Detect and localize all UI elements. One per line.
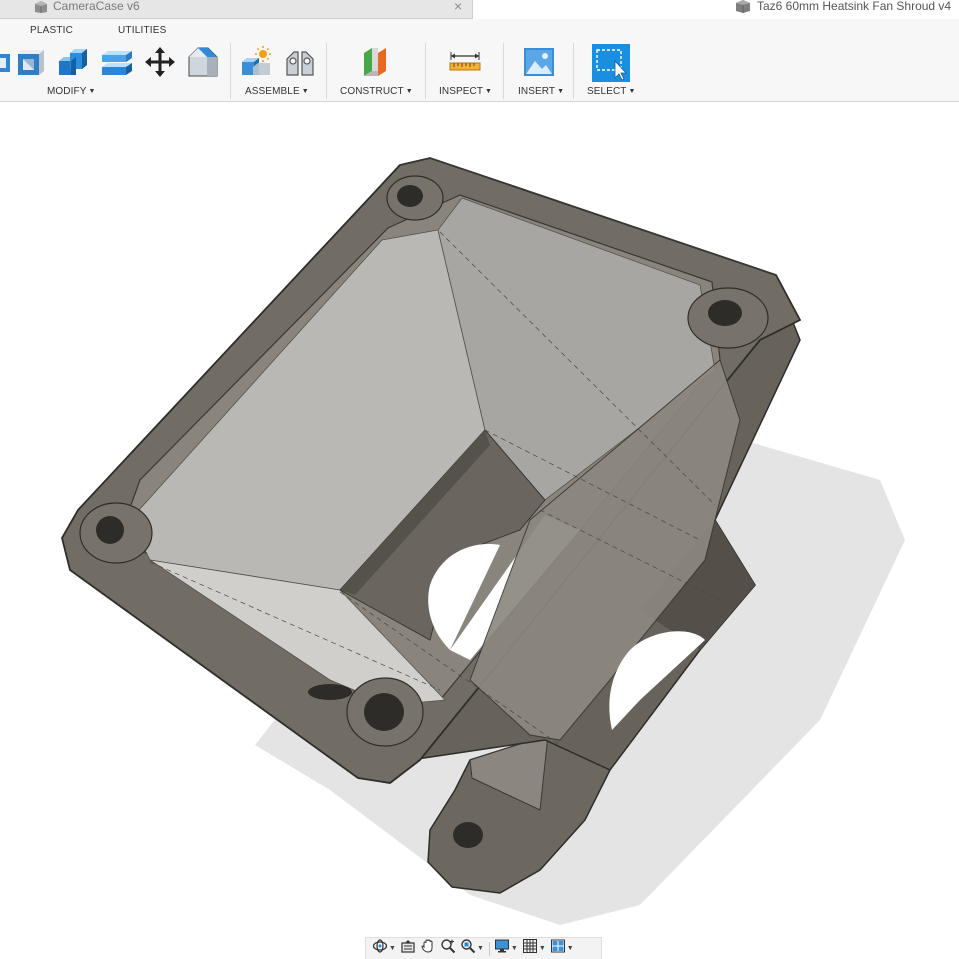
pan-button[interactable] bbox=[420, 938, 436, 959]
viewports-button[interactable]: ▼ bbox=[550, 938, 574, 959]
select-menu[interactable]: SELECT ▼ bbox=[587, 86, 636, 97]
offset-face-button[interactable] bbox=[100, 45, 134, 79]
insert-image-button[interactable] bbox=[522, 45, 556, 79]
mounting-hole bbox=[453, 822, 483, 848]
screw-hole bbox=[364, 693, 404, 731]
document-tab-bar: CameraCase v6 × Taz6 60mm Heatsink Fan S… bbox=[0, 0, 959, 19]
cube-icon bbox=[34, 0, 48, 18]
select-label: SELECT bbox=[587, 86, 627, 97]
caret-down-icon: ▼ bbox=[405, 88, 413, 95]
modify-menu[interactable]: MODIFY ▼ bbox=[47, 86, 96, 97]
joint-icon bbox=[283, 45, 317, 79]
cube-icon bbox=[735, 0, 751, 18]
caret-down-icon: ▼ bbox=[88, 88, 96, 95]
combine-icon bbox=[56, 45, 90, 79]
tab-plastic[interactable]: PLASTIC bbox=[30, 25, 73, 36]
look-at-button[interactable] bbox=[400, 940, 416, 958]
grid-icon bbox=[522, 938, 538, 959]
caret-down-icon: ▼ bbox=[301, 88, 309, 95]
caret-down-icon: ▼ bbox=[628, 88, 636, 95]
display-settings-button[interactable]: ▼ bbox=[494, 938, 518, 959]
model-render bbox=[61, 157, 905, 925]
tab-utilities[interactable]: UTILITIES bbox=[118, 25, 166, 36]
orbit-icon bbox=[372, 938, 388, 959]
select-button[interactable] bbox=[592, 44, 630, 82]
toolbar-ribbon: PLASTIC UTILITIES MODIFY ▼ ASSEMBLE ▼ CO… bbox=[0, 19, 959, 102]
construct-label: CONSTRUCT bbox=[340, 86, 404, 97]
ribbon-divider bbox=[503, 43, 504, 99]
shell-button[interactable] bbox=[14, 45, 48, 79]
caret-down-icon: ▼ bbox=[557, 88, 565, 95]
zoom-button[interactable] bbox=[440, 938, 456, 959]
screw-hole bbox=[308, 684, 352, 700]
measure-icon bbox=[448, 45, 482, 79]
zoom-window-icon bbox=[460, 938, 476, 959]
navbar-divider bbox=[488, 941, 490, 956]
joint-button[interactable] bbox=[283, 45, 317, 79]
insert-label: INSERT bbox=[518, 86, 556, 97]
move-icon bbox=[143, 45, 177, 79]
offset-plane-icon bbox=[358, 45, 392, 79]
display-settings-icon bbox=[494, 938, 510, 959]
canvas-viewport[interactable] bbox=[0, 102, 959, 959]
caret-down-icon: ▼ bbox=[510, 945, 518, 952]
select-icon bbox=[592, 44, 630, 82]
screw-hole bbox=[397, 185, 423, 207]
caret-down-icon: ▼ bbox=[538, 945, 546, 952]
assemble-menu[interactable]: ASSEMBLE ▼ bbox=[245, 86, 309, 97]
zoom-icon bbox=[440, 938, 456, 959]
document-tab-cameracase[interactable]: CameraCase v6 × bbox=[0, 0, 473, 19]
ribbon-divider bbox=[425, 43, 426, 99]
caret-down-icon: ▼ bbox=[389, 945, 396, 952]
viewports-icon bbox=[550, 938, 566, 959]
caret-down-icon: ▼ bbox=[485, 88, 493, 95]
pan-icon bbox=[420, 938, 436, 959]
new-component-button[interactable] bbox=[239, 45, 273, 79]
chamfer-button[interactable] bbox=[186, 45, 220, 79]
chamfer-icon bbox=[186, 45, 220, 79]
look-at-icon bbox=[400, 938, 416, 959]
ribbon-divider bbox=[326, 43, 327, 99]
modify-label: MODIFY bbox=[47, 86, 87, 97]
ribbon-divider bbox=[573, 43, 574, 99]
orbit-button[interactable]: ▼ bbox=[372, 938, 396, 959]
caret-down-icon: ▼ bbox=[566, 945, 574, 952]
inspect-label: INSPECT bbox=[439, 86, 484, 97]
assemble-label: ASSEMBLE bbox=[245, 86, 300, 97]
screw-hole bbox=[96, 516, 124, 544]
measure-button[interactable] bbox=[448, 45, 482, 79]
screw-hole bbox=[708, 300, 742, 326]
ribbon-divider bbox=[230, 43, 231, 99]
caret-down-icon: ▼ bbox=[476, 945, 484, 952]
document-tab-title: CameraCase v6 bbox=[53, 0, 140, 13]
inspect-menu[interactable]: INSPECT ▼ bbox=[439, 86, 492, 97]
move-button[interactable] bbox=[143, 45, 177, 79]
new-component-icon bbox=[239, 45, 273, 79]
document-tab-title: Taz6 60mm Heatsink Fan Shroud v4 bbox=[757, 0, 952, 13]
fusion-window: CameraCase v6 × Taz6 60mm Heatsink Fan S… bbox=[0, 0, 959, 959]
shell-icon bbox=[14, 45, 48, 79]
close-icon[interactable]: × bbox=[454, 0, 462, 13]
combine-button[interactable] bbox=[56, 45, 90, 79]
insert-image-icon bbox=[522, 45, 556, 79]
navigation-bar: ▼ ▼ ▼ ▼ ▼ bbox=[365, 937, 602, 959]
grid-button[interactable]: ▼ bbox=[522, 938, 546, 959]
insert-menu[interactable]: INSERT ▼ bbox=[518, 86, 564, 97]
offset-plane-button[interactable] bbox=[358, 45, 392, 79]
construct-menu[interactable]: CONSTRUCT ▼ bbox=[340, 86, 413, 97]
zoom-window-button[interactable]: ▼ bbox=[460, 938, 484, 959]
offset-face-icon bbox=[100, 45, 134, 79]
